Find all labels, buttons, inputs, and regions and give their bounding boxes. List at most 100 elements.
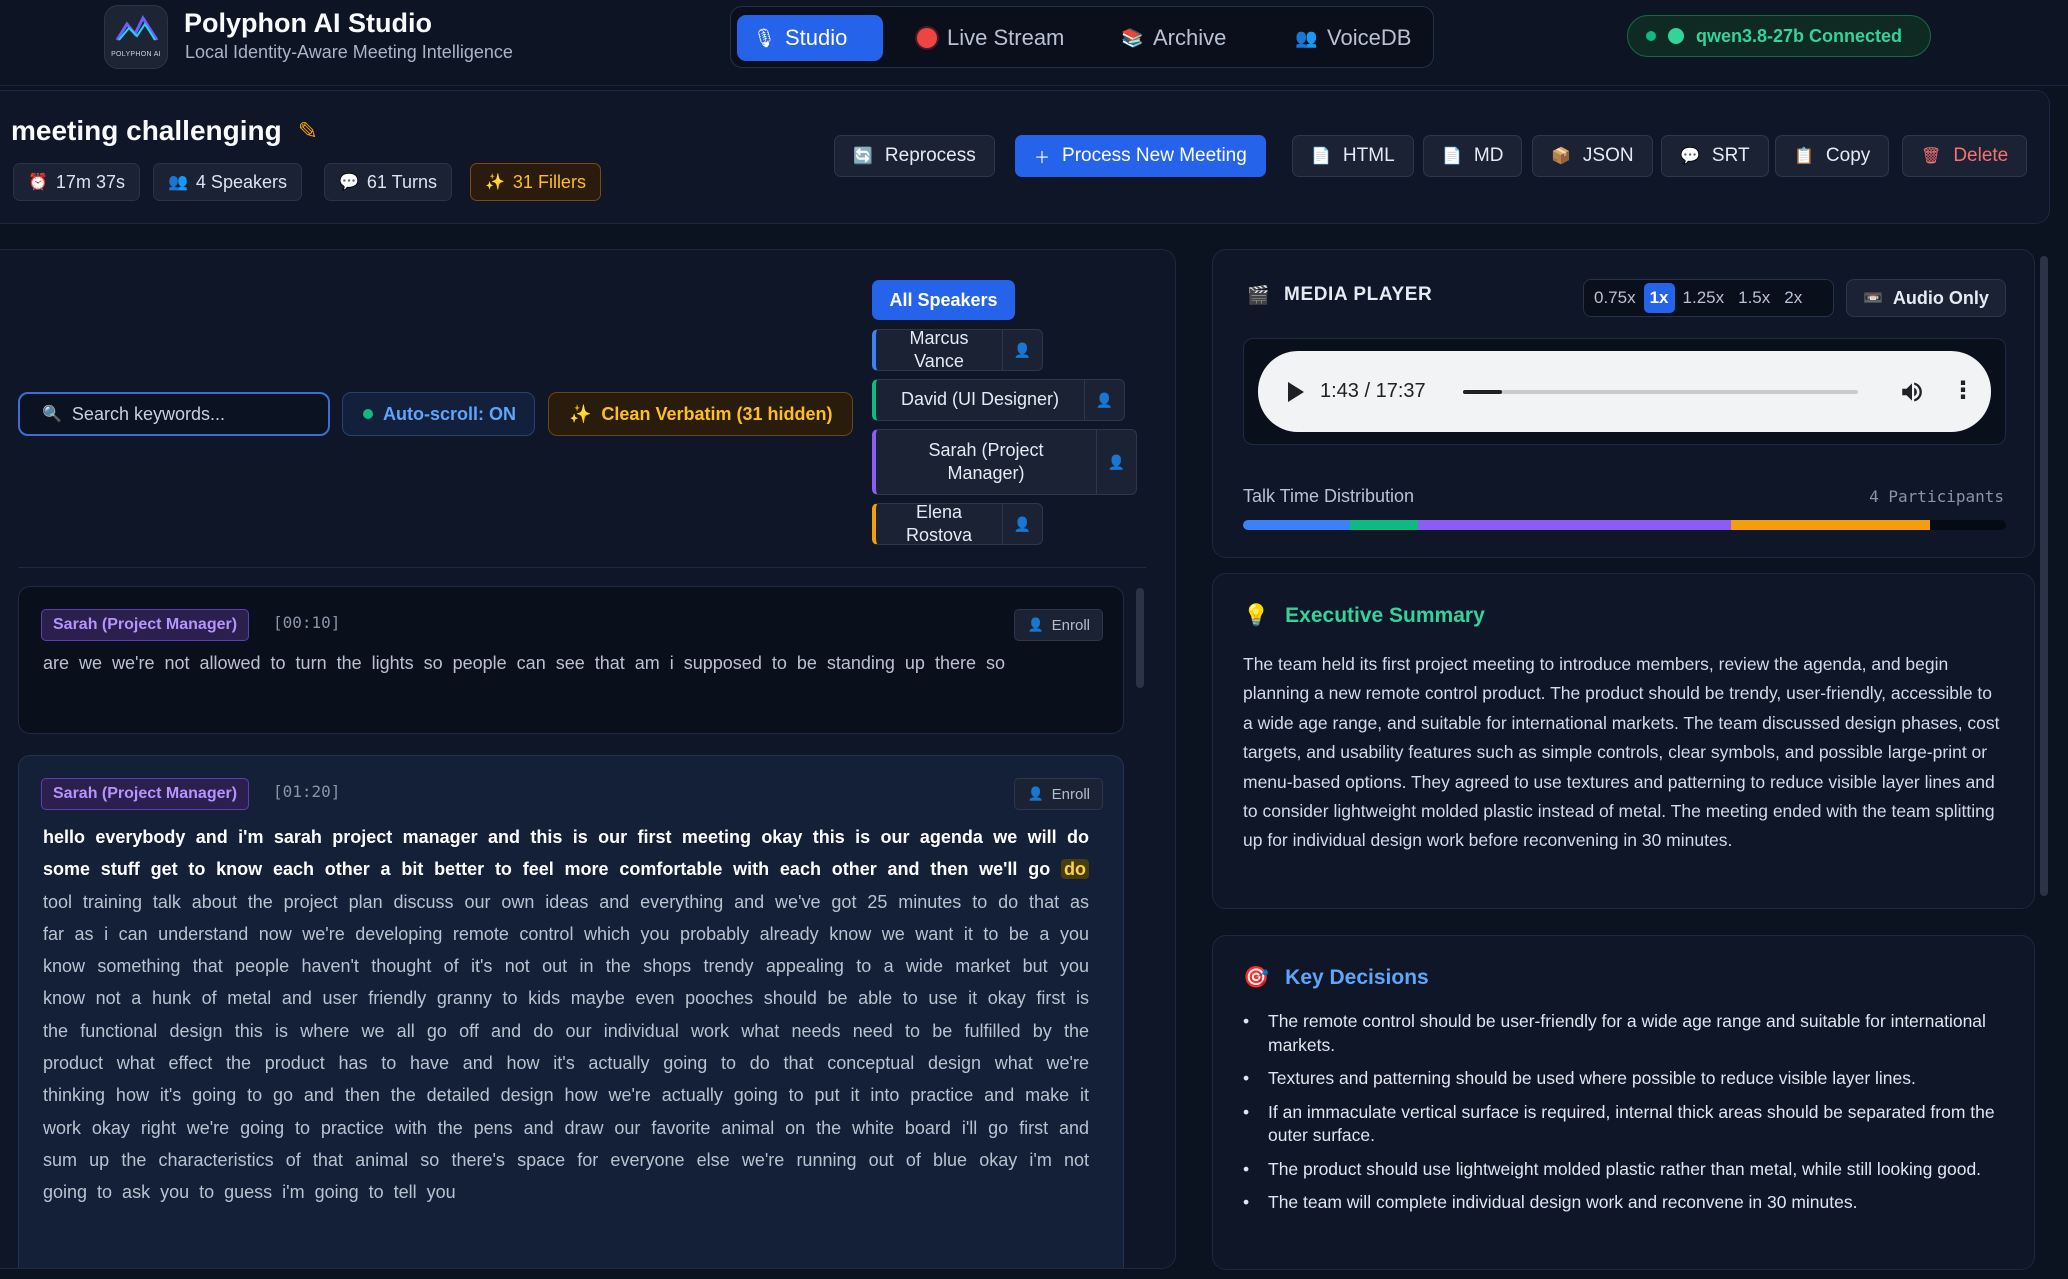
speaker-filter-label: Sarah (Project Manager) [928,439,1044,483]
decision-text: The team will complete individual design… [1268,1192,1858,1212]
search-input[interactable]: 🔍 Search keywords... [18,392,330,436]
enroll-person-icon[interactable]: 👤 [1096,430,1136,494]
tab-voicedb[interactable]: 👥 VoiceDB [1279,15,1427,61]
meeting-header: meeting challenging ✎ ⏰ 17m 37s 👥 4 Spea… [0,90,2050,224]
enroll-button[interactable]: 👤 Enroll [1014,609,1103,641]
enroll-button[interactable]: 👤 Enroll [1014,778,1103,810]
duration-value: 17m 37s [55,171,125,192]
enroll-person-icon[interactable]: 👤 [1002,504,1042,544]
speed-15x[interactable]: 1.5x [1732,283,1776,313]
speaker-filter-elena[interactable]: Elena Rostova 👤 [872,502,1043,545]
tab-live-stream[interactable]: Live Stream [901,15,1080,61]
app-title: Polyphon AI Studio [184,8,432,38]
speakers-chip: 👥 4 Speakers [153,163,302,201]
speed-1x[interactable]: 1x [1643,283,1675,313]
executive-summary-card: 💡 Executive Summary The team held its fi… [1212,573,2035,909]
speed-2x[interactable]: 2x [1778,283,1808,313]
speaker-filter-david[interactable]: David (UI Designer) 👤 [872,379,1125,421]
transcript-segment[interactable]: Sarah (Project Manager) [00:10] 👤 Enroll… [18,586,1124,734]
segment-speaker-tag[interactable]: Sarah (Project Manager) [41,609,250,641]
list-item: • Textures and patterning should be used … [1243,1068,1916,1088]
reprocess-button[interactable]: 🔄 Reprocess [834,135,995,177]
connection-status-label: qwen3.8-27b Connected [1696,25,1903,46]
headphones-icon: 📼 [1863,290,1883,307]
decision-text: The remote control should be user-friend… [1268,1011,1986,1055]
logo-wave-icon [115,14,159,41]
enroll-person-icon[interactable]: 👤 [1002,330,1042,370]
speaker-filter-sarah[interactable]: Sarah (Project Manager) 👤 [872,429,1137,495]
segment-speaker-tag[interactable]: Sarah (Project Manager) [41,778,250,810]
list-item: • If an immaculate vertical surface is re… [1243,1101,1995,1146]
list-item: • The team will complete individual desig… [1243,1192,1858,1212]
fillers-chip: ✨ 31 Fillers [470,163,601,201]
upcoming-words[interactable]: tool training talk about the project pla… [43,892,1089,1203]
transcript-scrollbar[interactable] [1136,588,1144,688]
autoscroll-dot-icon [363,409,373,419]
person-icon: 👤 [1027,786,1044,801]
segment-text: are we we're not allowed to turn the lig… [43,653,1005,673]
people-icon: 👥 [168,174,188,191]
executive-summary-title-text: Executive Summary [1285,604,1485,627]
autoscroll-toggle[interactable]: Auto-scroll: ON [342,392,535,436]
talk-time-segment [1349,520,1419,530]
export-html-button[interactable]: 📄 HTML [1292,135,1414,177]
export-json-button[interactable]: 📦 JSON [1532,135,1653,177]
fillers-value: 31 Fillers [512,171,586,192]
key-decisions-title-text: Key Decisions [1285,966,1429,989]
duration-chip: ⏰ 17m 37s [13,163,140,201]
turns-chip: 💬 61 Turns [324,163,452,201]
search-placeholder: Search keywords... [71,403,225,424]
speed-125x[interactable]: 1.25x [1677,283,1731,313]
enroll-person-icon[interactable]: 👤 [1084,380,1124,420]
current-word[interactable]: do [1060,859,1089,880]
filter-all-speakers[interactable]: All Speakers [872,280,1015,320]
person-icon: 👤 [1027,617,1044,632]
volume-icon[interactable] [1899,379,1925,405]
transcript-segment-active[interactable]: Sarah (Project Manager) [01:20] 👤 Enroll… [18,755,1124,1268]
export-md-label: MD [1473,145,1504,166]
app-logo[interactable]: POLYPHON AI [104,5,168,69]
speakers-value: 4 Speakers [195,171,287,192]
turns-value: 61 Turns [366,171,437,192]
process-new-meeting-button[interactable]: ＋ Process New Meeting [1015,135,1266,177]
export-html-label: HTML [1342,145,1395,166]
microphone-icon: 🎙 [753,27,776,48]
copy-label: Copy [1825,145,1871,166]
export-md-button[interactable]: 📄 MD [1423,135,1523,177]
segment-timestamp[interactable]: [01:20] [273,782,340,801]
enroll-label: Enroll [1051,785,1090,803]
key-decisions-card: 🎯 Key Decisions • The remote control shou… [1212,935,2035,1270]
refresh-icon: 🔄 [853,148,873,165]
speed-075x[interactable]: 0.75x [1588,283,1642,313]
connection-status: qwen3.8-27b Connected [1627,15,1931,57]
export-json-label: JSON [1582,145,1634,166]
copy-button[interactable]: 📋 Copy [1775,135,1890,177]
speaker-filter-marcus[interactable]: Marcus Vance 👤 [872,328,1043,371]
spoken-words[interactable]: hello everybody and i'm sarah project ma… [43,827,1089,879]
transcript-panel: 🔍 Search keywords... Auto-scroll: ON ✨ C… [0,249,1176,1269]
clipboard-icon: 📋 [1794,148,1814,165]
page-scrollbar[interactable] [2040,256,2048,896]
plus-icon: ＋ [1034,150,1051,167]
audio-only-button[interactable]: 📼 Audio Only [1846,279,2006,317]
export-srt-button[interactable]: 💬 SRT [1661,135,1769,177]
seek-bar[interactable] [1463,390,1858,394]
segment-timestamp[interactable]: [00:10] [273,613,340,632]
tab-studio[interactable]: 🎙 Studio [737,15,883,61]
books-icon: 📚 [1121,27,1144,48]
player-frame: 1:43 / 17:37 ⋮ [1243,338,2006,445]
more-options-icon[interactable]: ⋮ [1951,379,1975,403]
reprocess-label: Reprocess [884,145,976,166]
delete-button[interactable]: 🗑 Delete [1902,135,2028,177]
app-subtitle: Local Identity-Aware Meeting Intelligenc… [185,42,513,62]
play-icon[interactable] [1288,381,1304,402]
tab-archive[interactable]: 📚 Archive [1105,15,1242,61]
pencil-icon[interactable]: ✎ [298,117,318,146]
status-dot-icon [1646,31,1656,41]
executive-summary-title: 💡 Executive Summary [1243,604,1485,628]
media-player-panel: 🎬 MEDIA PLAYER 0.75x 1x 1.25x 1.5x 2x 📼 … [1212,249,2035,558]
clean-verbatim-toggle[interactable]: ✨ Clean Verbatim (31 hidden) [548,392,853,436]
seek-bar-fill [1463,390,1502,394]
participant-count: 4 Participants [1869,487,2004,506]
playback-speed-selector: 0.75x 1x 1.25x 1.5x 2x [1583,279,1834,317]
